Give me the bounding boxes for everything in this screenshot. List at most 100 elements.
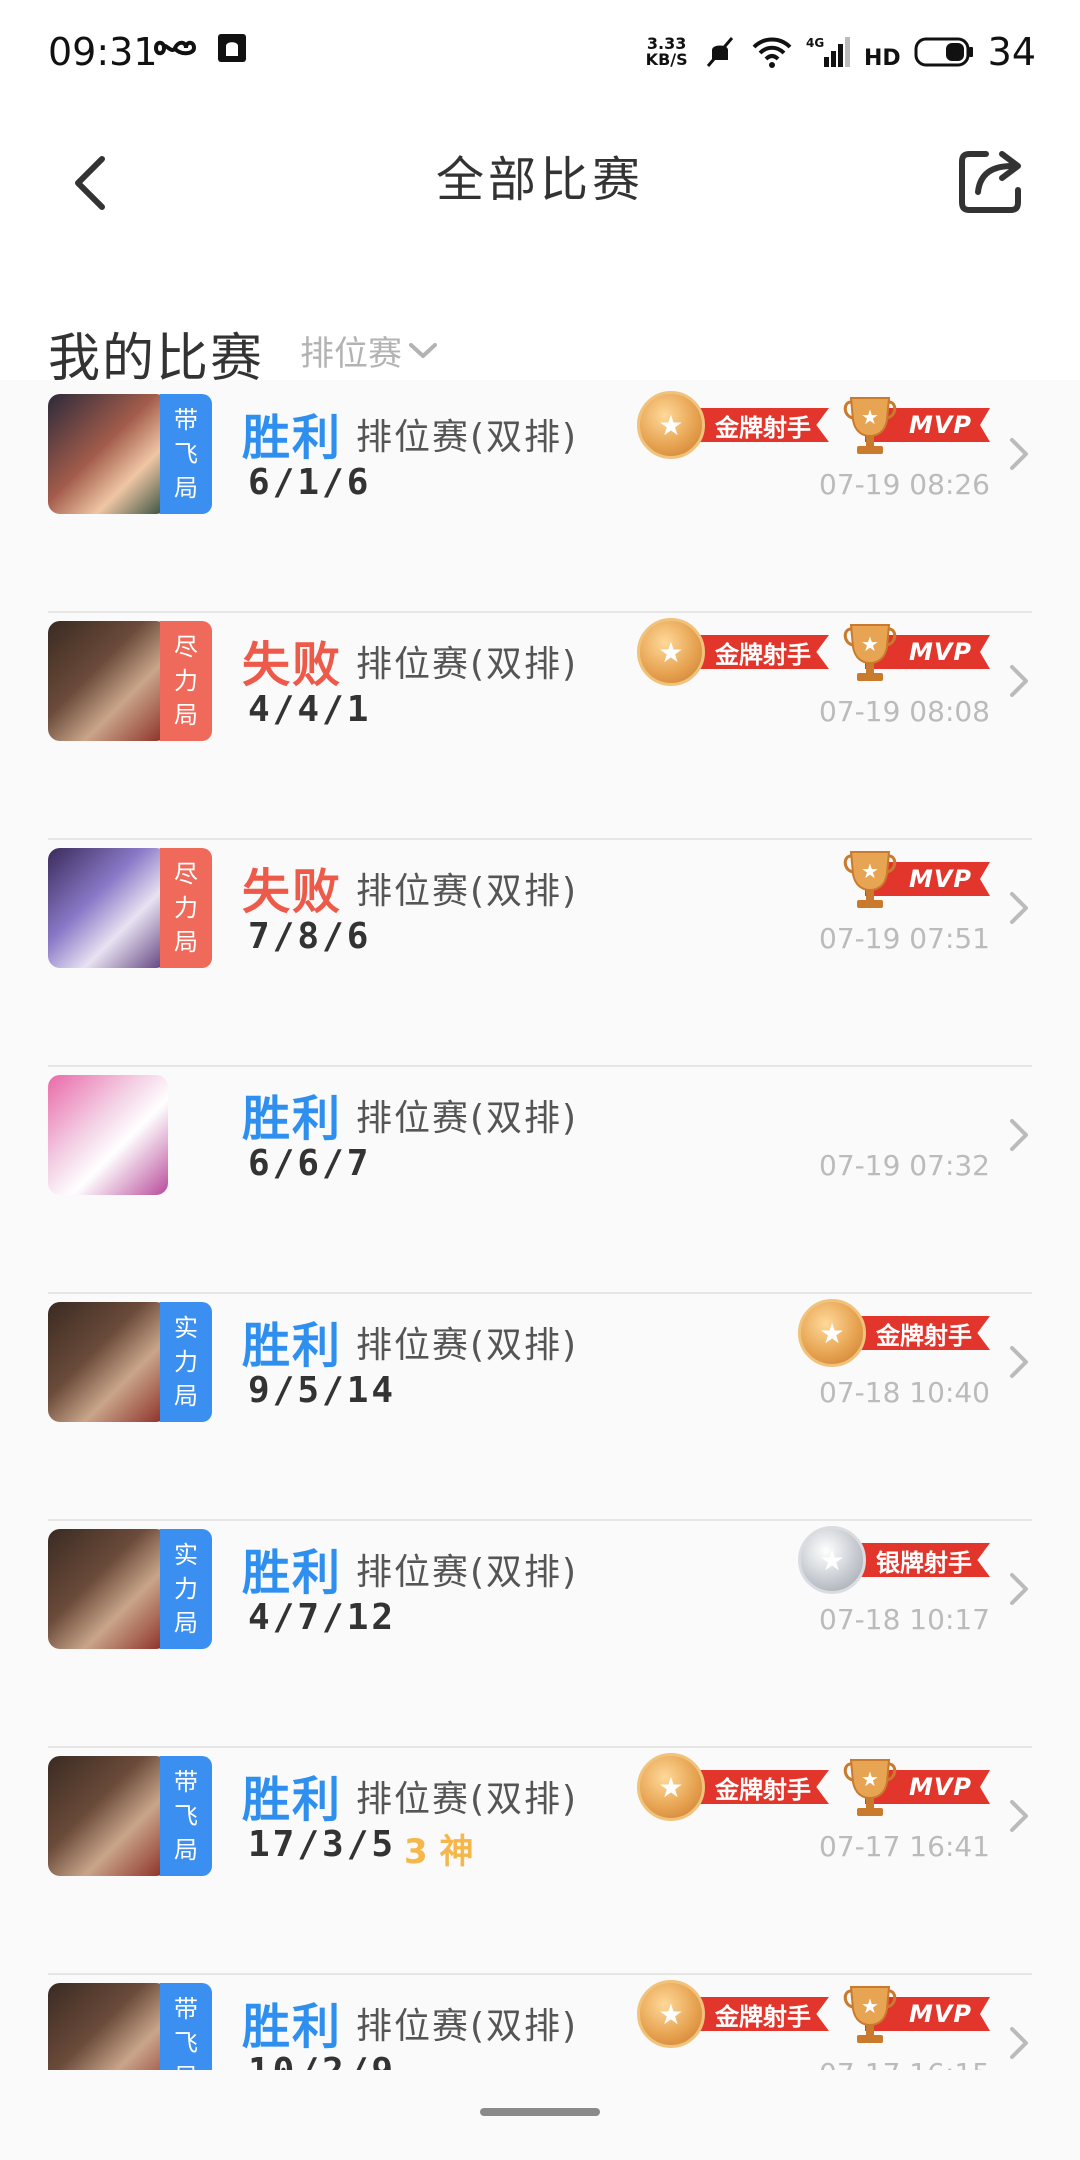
chevron-right-icon [1010, 892, 1028, 924]
gold-medal-icon: ★ [636, 1753, 705, 1821]
svg-text:★: ★ [861, 1767, 879, 1791]
svg-text:★: ★ [861, 1994, 879, 2018]
match-tag-char: 尽 [174, 633, 198, 661]
match-tag: 实力局 [160, 1302, 212, 1422]
hero-portrait [48, 1983, 168, 2070]
match-tag-char: 飞 [174, 2029, 198, 2057]
page-title: 全部比赛 [435, 152, 644, 208]
chevron-right-icon [1010, 2027, 1028, 2059]
battery-icon [914, 37, 973, 67]
match-tag-char: 力 [174, 1348, 198, 1376]
svg-text:4G: 4G [806, 36, 824, 50]
star-icon: ★ [658, 635, 684, 669]
match-tag-char: 力 [174, 894, 198, 922]
hero-avatar [48, 1529, 168, 1649]
match-kda: 6/6/7 [248, 1143, 372, 1184]
notification-icon [218, 34, 246, 62]
match-tag-char: 局 [174, 1836, 198, 1864]
match-result: 胜利 [242, 1545, 343, 1601]
shooter-badge: ★ 金牌射手 [636, 618, 829, 686]
section-header: 我的比赛 排位赛 [0, 262, 1080, 389]
match-tag-char: 带 [174, 1768, 198, 1796]
match-row[interactable]: 尽力局失败 排位赛(双排) 7/8/6 ★ MVP 07-19 07:51 [0, 840, 1080, 1067]
match-result: 胜利 [242, 410, 343, 466]
hero-avatar [48, 1075, 168, 1195]
star-icon: ★ [819, 1316, 845, 1350]
svg-text:★: ★ [861, 405, 879, 429]
shooter-badge: ★ 金牌射手 [636, 1980, 829, 2048]
match-tag-char: 局 [174, 1382, 198, 1410]
trophy-icon: ★ [843, 624, 897, 681]
chevron-right-icon [1010, 1119, 1028, 1151]
match-row[interactable]: 带飞局 胜利 排位赛(双排) 6/1/6 ★ 金牌射手 ★ MVP 07-19 08:26 [0, 386, 1080, 613]
shooter-badge: ★ 银牌射手 [798, 1526, 990, 1594]
svg-text:HD: HD [864, 46, 900, 69]
status-time: 09:31 [48, 30, 158, 74]
match-badges: ★ 金牌射手 ★ MVP [636, 391, 990, 459]
signal-icon: 4G [806, 36, 850, 67]
match-mode: 排位赛(双排) [356, 644, 579, 685]
match-tag: 尽力局 [160, 621, 212, 741]
match-tag-char: 带 [174, 1995, 198, 2023]
share-icon [959, 151, 1021, 213]
net-speed: 3.33 KB/S [645, 34, 688, 69]
filter-label: 排位赛 [300, 334, 402, 374]
match-type-filter[interactable]: 排位赛 [300, 326, 438, 375]
match-kda: 17/3/5 [248, 1824, 397, 1865]
chevron-right-icon [1010, 438, 1028, 470]
match-kda: 10/2/9 [248, 2051, 396, 2070]
status-bar: 09:31 3.33 KB/S 4G HD 34 [0, 0, 1080, 110]
match-list[interactable]: 带飞局胜利 排位赛(双排) 6/1/6 ★ 金牌射手 ★ MVP 07-19 08:26 尽力局… [0, 380, 1080, 2070]
chevron-right-icon [1010, 1800, 1028, 1832]
match-tag-char: 飞 [174, 440, 198, 468]
shooter-badge: ★ 金牌射手 [636, 1753, 829, 1821]
match-row[interactable]: 带飞局胜利 排位赛(双排) 17/3/5 3 神 ★ 金牌射手 ★ MVP 07-17 16:4… [0, 1748, 1080, 1975]
hero-portrait [48, 394, 168, 514]
mvp-badge: ★ MVP [841, 1983, 990, 2045]
match-time: 07-19 07:51 [819, 922, 990, 955]
trophy-icon: ★ [843, 1759, 897, 1816]
match-badges: ★ MVP [841, 848, 990, 910]
match-tag-char: 实 [174, 1314, 198, 1342]
match-kda: 6/1/6 [248, 462, 372, 503]
hero-avatar [48, 621, 168, 741]
match-result: 失败 [242, 637, 343, 693]
hd-icon: HD [864, 46, 900, 69]
svg-text:★: ★ [861, 859, 879, 883]
svg-text:★: ★ [861, 632, 879, 656]
battery-level: 34 [987, 30, 1036, 74]
mvp-badge: ★ MVP [841, 848, 990, 910]
mvp-badge: ★ MVP [841, 621, 990, 683]
match-row[interactable]: 胜利 排位赛(双排) 6/6/7 07-19 07:32 [0, 1067, 1080, 1294]
trophy-icon: ★ [843, 397, 897, 454]
match-tag-char: 带 [174, 406, 198, 434]
hero-portrait [48, 621, 168, 741]
mvp-badge: ★ MVP [841, 394, 990, 456]
home-indicator[interactable] [480, 2108, 600, 2116]
chevron-right-icon [1010, 1573, 1028, 1605]
match-tag: 实力局 [160, 1529, 212, 1649]
match-result: 胜利 [242, 1999, 343, 2055]
match-tag-char: 力 [174, 667, 198, 695]
match-badges: ★ 金牌射手 [798, 1299, 990, 1367]
match-badges: ★ 金牌射手 ★ MVP [636, 1753, 990, 1821]
match-time: 07-19 08:26 [819, 468, 990, 501]
match-row[interactable]: 实力局胜利 排位赛(双排) 4/7/12 ★ 银牌射手 07-18 10:17 [0, 1521, 1080, 1748]
star-icon: ★ [658, 1997, 684, 2031]
match-result: 胜利 [242, 1318, 343, 1374]
match-tag-char: 飞 [174, 1802, 198, 1830]
match-mode: 排位赛(双排) [356, 1779, 579, 1820]
match-tag-char: 尽 [174, 860, 198, 888]
infinity-icon [153, 40, 197, 56]
chevron-right-icon [1010, 1346, 1028, 1378]
mvp-badge: ★ MVP [841, 1756, 990, 1818]
match-row[interactable]: 实力局胜利 排位赛(双排) 9/5/14 ★ 金牌射手 07-18 10:40 [0, 1294, 1080, 1521]
chevron-down-icon [409, 342, 437, 358]
match-tag-char: 局 [174, 474, 198, 502]
match-time: 07-18 10:17 [819, 1603, 990, 1636]
share-button[interactable] [952, 140, 1032, 220]
match-row[interactable]: 尽力局失败 排位赛(双排) 4/4/1 ★ 金牌射手 ★ MVP 07-19 08:08 [0, 613, 1080, 840]
match-row[interactable]: 带飞局胜利排位赛(双排)10/2/9★金牌射手★MVP07-17 16:15 [0, 1975, 1080, 2070]
match-mode: 排位赛(双排) [356, 417, 579, 458]
chevron-right-icon [1010, 665, 1028, 697]
